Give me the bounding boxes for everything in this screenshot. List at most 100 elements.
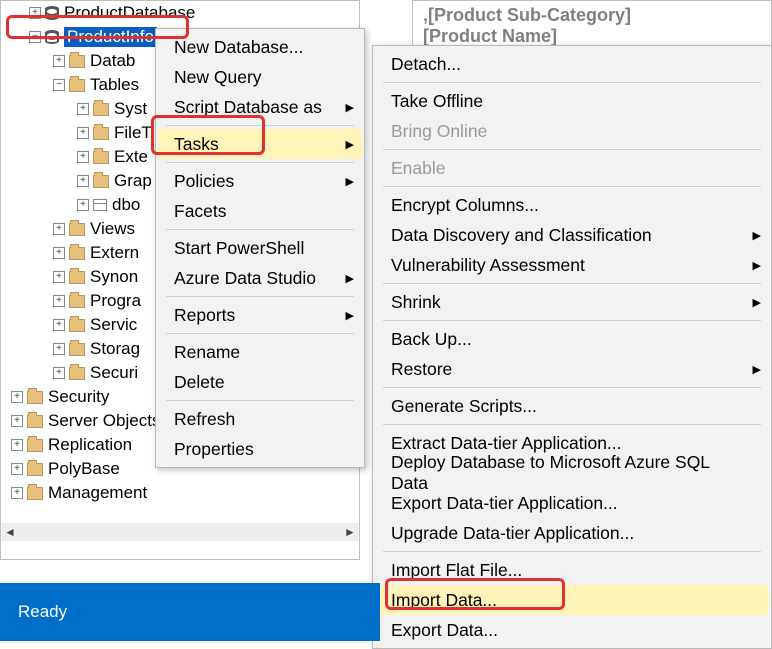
menu-delete[interactable]: Delete [158, 367, 362, 397]
menu-import-flat-file[interactable]: Import Flat File... [375, 555, 769, 585]
menu-new-database[interactable]: New Database... [158, 32, 362, 62]
scroll-track[interactable] [19, 523, 341, 541]
menu-generate-scripts[interactable]: Generate Scripts... [375, 391, 769, 421]
menu-separator [383, 320, 761, 321]
folder-icon [69, 247, 85, 260]
menu-policies[interactable]: Policies▶ [158, 166, 362, 196]
expand-icon[interactable]: + [53, 223, 65, 235]
menu-separator [383, 149, 761, 150]
folder-icon [69, 223, 85, 236]
menu-deploy-to-azure[interactable]: Deploy Database to Microsoft Azure SQL D… [375, 458, 769, 488]
menu-import-data[interactable]: Import Data... [375, 585, 769, 615]
menu-start-powershell[interactable]: Start PowerShell [158, 233, 362, 263]
expand-icon[interactable]: + [11, 439, 23, 451]
menu-separator [166, 162, 354, 163]
status-bar: Ready [0, 583, 380, 641]
menu-vulnerability-assessment[interactable]: Vulnerability Assessment▶ [375, 250, 769, 280]
folder-icon [93, 151, 109, 164]
menu-separator [383, 283, 761, 284]
folder-icon [93, 127, 109, 140]
table-icon [93, 199, 107, 211]
folder-icon [93, 103, 109, 116]
tasks-submenu[interactable]: Detach... Take Offline Bring Online Enab… [372, 45, 772, 649]
submenu-arrow-icon: ▶ [346, 175, 354, 188]
menu-take-offline[interactable]: Take Offline [375, 86, 769, 116]
menu-separator [166, 400, 354, 401]
folder-icon [69, 55, 85, 68]
context-menu[interactable]: New Database... New Query Script Databas… [155, 28, 365, 468]
folder-icon [69, 271, 85, 284]
menu-detach[interactable]: Detach... [375, 49, 769, 79]
menu-separator [383, 186, 761, 187]
folder-icon [27, 463, 43, 476]
submenu-arrow-icon: ▶ [346, 272, 354, 285]
menu-azure-data-studio[interactable]: Azure Data Studio▶ [158, 263, 362, 293]
expand-icon[interactable]: + [53, 367, 65, 379]
expand-icon[interactable]: + [53, 271, 65, 283]
submenu-arrow-icon: ▶ [346, 309, 354, 322]
menu-data-discovery-classification[interactable]: Data Discovery and Classification▶ [375, 220, 769, 250]
folder-icon [69, 319, 85, 332]
menu-reports[interactable]: Reports▶ [158, 300, 362, 330]
expand-icon[interactable]: + [11, 415, 23, 427]
menu-separator [166, 296, 354, 297]
menu-separator [166, 125, 354, 126]
expand-icon[interactable]: + [11, 391, 23, 403]
menu-facets[interactable]: Facets [158, 196, 362, 226]
menu-separator [383, 424, 761, 425]
database-icon [45, 6, 59, 20]
folder-icon [93, 175, 109, 188]
expand-icon[interactable]: + [77, 151, 89, 163]
expand-icon[interactable]: + [11, 463, 23, 475]
scroll-left-icon[interactable]: ◄ [1, 523, 19, 541]
expand-icon[interactable]: + [77, 103, 89, 115]
menu-separator [383, 551, 761, 552]
submenu-arrow-icon: ▶ [753, 229, 761, 242]
menu-upgrade-data-tier[interactable]: Upgrade Data-tier Application... [375, 518, 769, 548]
folder-icon [69, 295, 85, 308]
menu-shrink[interactable]: Shrink▶ [375, 287, 769, 317]
expand-icon[interactable]: + [11, 487, 23, 499]
menu-separator [166, 333, 354, 334]
expand-icon[interactable]: + [77, 127, 89, 139]
submenu-arrow-icon: ▶ [753, 296, 761, 309]
expand-icon[interactable]: + [77, 199, 89, 211]
expand-icon[interactable]: + [77, 175, 89, 187]
horizontal-scrollbar[interactable]: ◄ ► [1, 523, 359, 541]
collapse-icon[interactable]: − [53, 79, 65, 91]
menu-properties[interactable]: Properties [158, 434, 362, 464]
submenu-arrow-icon: ▶ [753, 259, 761, 272]
menu-bring-online: Bring Online [375, 116, 769, 146]
menu-enable: Enable [375, 153, 769, 183]
folder-icon [27, 487, 43, 500]
folder-icon [27, 439, 43, 452]
expand-icon[interactable]: + [53, 295, 65, 307]
menu-back-up[interactable]: Back Up... [375, 324, 769, 354]
scroll-right-icon[interactable]: ► [341, 523, 359, 541]
collapse-icon[interactable]: − [29, 31, 41, 43]
folder-icon [69, 367, 85, 380]
menu-rename[interactable]: Rename [158, 337, 362, 367]
folder-icon [27, 391, 43, 404]
tree-node-productdatabase[interactable]: +ProductDatabase [1, 1, 359, 25]
tree-node-management[interactable]: +Management [1, 481, 359, 505]
menu-separator [383, 82, 761, 83]
folder-icon [69, 79, 85, 92]
menu-tasks[interactable]: Tasks▶ [158, 129, 362, 159]
menu-script-database-as[interactable]: Script Database as▶ [158, 92, 362, 122]
menu-encrypt-columns[interactable]: Encrypt Columns... [375, 190, 769, 220]
folder-icon [27, 415, 43, 428]
menu-restore[interactable]: Restore▶ [375, 354, 769, 384]
submenu-arrow-icon: ▶ [346, 101, 354, 114]
expand-icon[interactable]: + [29, 7, 41, 19]
code-line: ,[Product Sub-Category] [423, 5, 761, 26]
expand-icon[interactable]: + [53, 343, 65, 355]
menu-new-query[interactable]: New Query [158, 62, 362, 92]
menu-refresh[interactable]: Refresh [158, 404, 362, 434]
expand-icon[interactable]: + [53, 55, 65, 67]
expand-icon[interactable]: + [53, 319, 65, 331]
expand-icon[interactable]: + [53, 247, 65, 259]
submenu-arrow-icon: ▶ [753, 363, 761, 376]
menu-export-data-tier[interactable]: Export Data-tier Application... [375, 488, 769, 518]
menu-separator [166, 229, 354, 230]
